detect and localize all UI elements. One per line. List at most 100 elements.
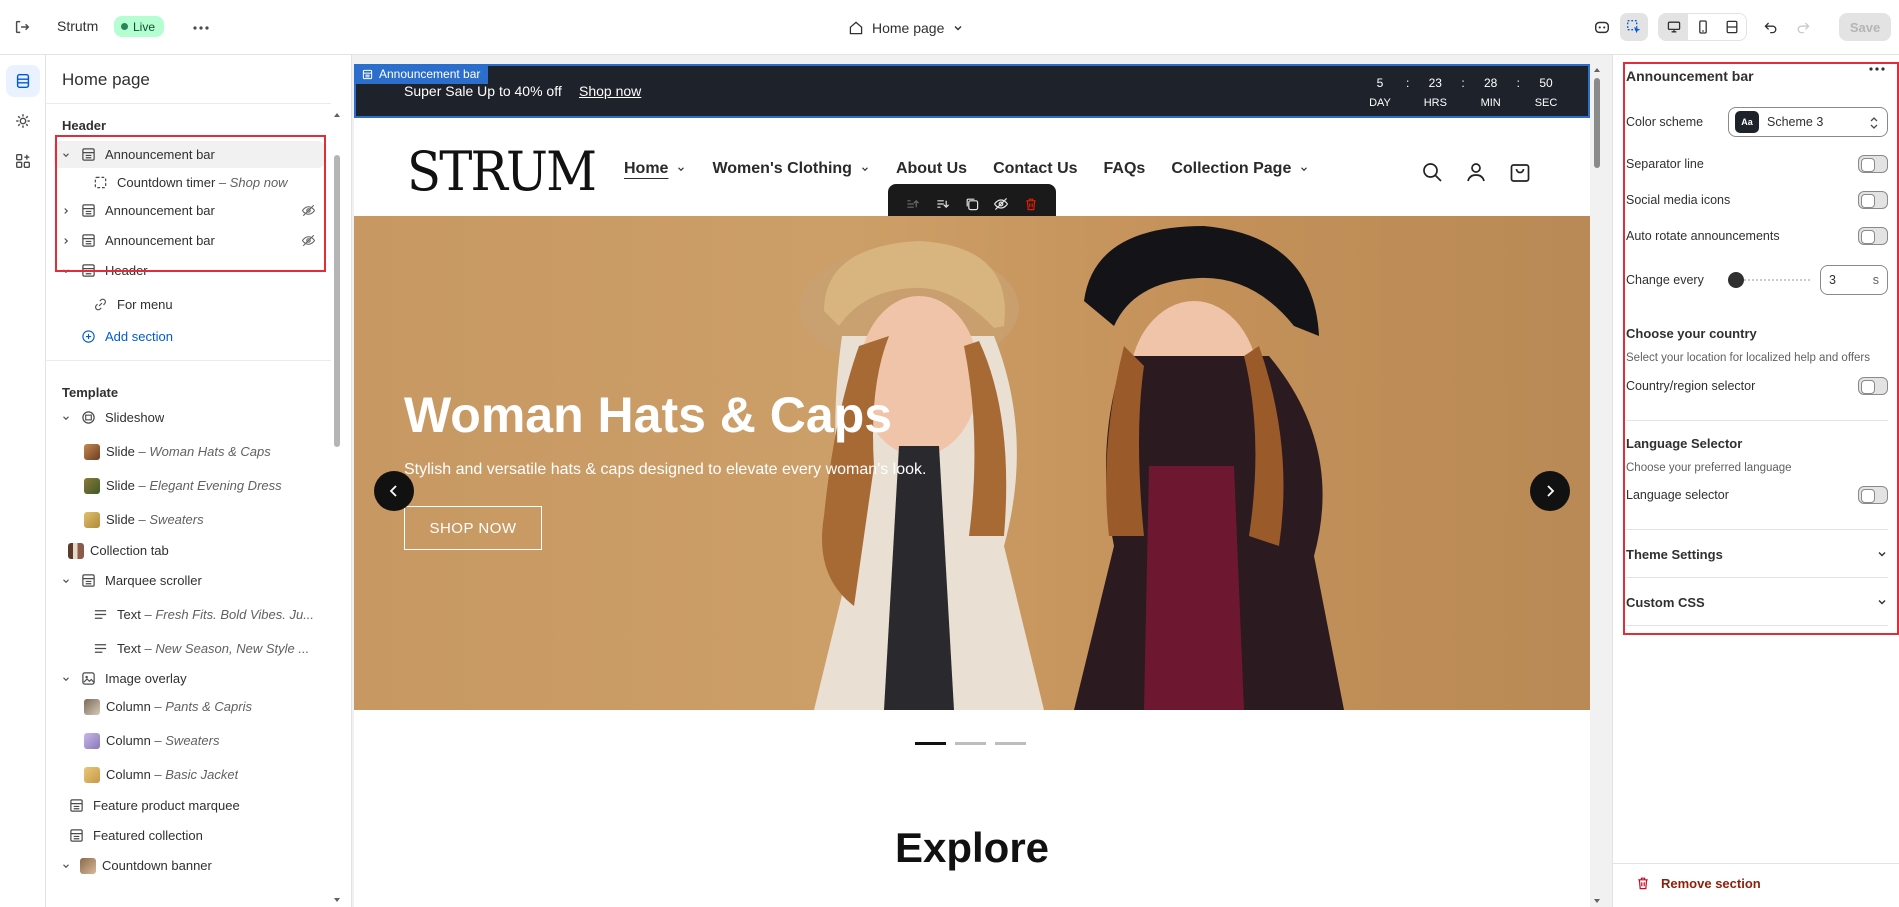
apps-icon[interactable] — [6, 145, 40, 177]
sections-icon[interactable] — [6, 65, 40, 97]
chevron-down-icon[interactable] — [60, 673, 72, 685]
hide-icon[interactable] — [993, 196, 1009, 212]
exit-icon[interactable] — [10, 15, 34, 39]
tree-item-label: Marquee scroller — [105, 573, 202, 588]
nav-label: Home — [624, 160, 669, 177]
slide-thumbnail — [84, 511, 100, 528]
panel-scrollbar[interactable] — [333, 107, 341, 904]
tree-item-slide-2[interactable]: Slide – Elegant Evening Dress — [54, 472, 324, 499]
divider — [46, 103, 331, 104]
image-icon — [80, 671, 96, 687]
cart-icon[interactable] — [1508, 160, 1532, 184]
countdown-seconds: 50 SEC — [1530, 75, 1562, 111]
theme-settings-icon[interactable] — [6, 105, 40, 137]
tree-item-slideshow[interactable]: Slideshow — [54, 404, 324, 431]
explore-heading: Explore — [894, 824, 1050, 871]
left-rail — [0, 55, 46, 907]
nav-label: About Us — [895, 160, 968, 177]
tree-item-countdown-banner[interactable]: Countdown banner — [54, 852, 324, 879]
tree-item-image-overlay[interactable]: Image overlay — [54, 665, 324, 692]
countdown-label: SEC — [1534, 97, 1558, 109]
tree-item-column-3[interactable]: Column – Basic Jacket — [54, 761, 324, 788]
store-logo[interactable]: STRUM — [407, 140, 597, 203]
countdown-separator: : — [1461, 76, 1465, 90]
page-selector[interactable]: Home page — [848, 16, 964, 40]
tree-item-separator: – — [134, 478, 150, 493]
nav-item-womens-clothing[interactable]: Women's Clothing — [712, 160, 870, 178]
add-section-link[interactable]: Add section — [54, 323, 324, 350]
save-button[interactable]: Save — [1839, 13, 1891, 41]
chevron-down-icon — [954, 26, 962, 31]
preview-scrollbar[interactable] — [1592, 64, 1602, 907]
hero-slideshow: Woman Hats & Caps Stylish and versatile … — [354, 216, 1590, 710]
nav-item-faqs[interactable]: FAQs — [1104, 160, 1146, 178]
column-thumbnail — [84, 732, 100, 749]
tree-item-column-1[interactable]: Column – Pants & Capris — [54, 693, 324, 720]
countdown-label: MIN — [1480, 97, 1501, 109]
tree-item-column-2[interactable]: Column – Sweaters — [54, 727, 324, 754]
nav-item-home[interactable]: Home — [624, 160, 686, 178]
prev-slide-button[interactable] — [374, 471, 414, 511]
duplicate-icon[interactable] — [964, 196, 980, 212]
tree-item-slide-1[interactable]: Slide – Woman Hats & Caps — [54, 438, 324, 465]
slide-indicator[interactable] — [955, 742, 986, 745]
move-down-icon[interactable] — [935, 196, 951, 212]
tree-item-feature-product-marquee[interactable]: Feature product marquee — [54, 792, 324, 819]
tree-item-label: Featured collection — [93, 828, 203, 843]
chevron-down-icon[interactable] — [60, 412, 72, 424]
tree-item-separator: – — [150, 767, 166, 782]
nav-label: Collection Page — [1171, 160, 1292, 177]
tree-item-label: Column – Sweaters — [106, 733, 219, 748]
nav-item-contact-us[interactable]: Contact Us — [993, 160, 1077, 178]
tree-item-label: Text – Fresh Fits. Bold Vibes. Ju... — [117, 607, 314, 622]
announcement-bar[interactable]: Announcement bar Super Sale Up to 40% of… — [354, 64, 1590, 118]
countdown-separator: : — [1516, 76, 1520, 90]
desktop-icon[interactable] — [1659, 14, 1688, 40]
remove-section-label: Remove section — [1661, 875, 1761, 891]
mobile-icon[interactable] — [1688, 14, 1717, 40]
slide-indicator[interactable] — [995, 742, 1026, 745]
nav-label: FAQs — [1103, 160, 1146, 177]
account-icon[interactable] — [1464, 160, 1488, 184]
search-icon[interactable] — [1420, 160, 1444, 184]
tree-item-marquee-scroller[interactable]: Marquee scroller — [54, 567, 324, 594]
tree-item-label: For menu — [117, 297, 173, 312]
nav-label: Contact Us — [993, 160, 1078, 177]
undo-icon[interactable] — [1757, 13, 1785, 41]
tree-item-collection-tab[interactable]: Collection tab — [54, 537, 324, 564]
slide-indicators — [915, 742, 1026, 745]
scrollbar-thumb[interactable] — [1594, 78, 1600, 168]
tree-item-separator: – — [134, 444, 150, 459]
more-actions-icon[interactable] — [190, 17, 212, 39]
nav-label: Women's Clothing — [712, 160, 852, 177]
scrollbar-thumb[interactable] — [334, 155, 340, 447]
page-selector-label: Home page — [872, 20, 945, 36]
tree-item-label: Slideshow — [105, 410, 165, 425]
template-group-label: Template — [62, 385, 119, 400]
shop-now-button[interactable]: SHOP NOW — [404, 506, 542, 550]
tree-item-for-menu[interactable]: For menu — [54, 291, 324, 318]
remove-section-button[interactable]: Remove section — [1635, 875, 1761, 891]
next-slide-button[interactable] — [1530, 471, 1570, 511]
delete-icon[interactable] — [1023, 196, 1039, 212]
slide-indicator[interactable] — [915, 742, 946, 745]
nav-item-collection-page[interactable]: Collection Page — [1171, 160, 1309, 178]
tree-item-featured-collection[interactable]: Featured collection — [54, 822, 324, 849]
tree-item-slide-3[interactable]: Slide – Sweaters — [54, 506, 324, 533]
tree-item-text-2[interactable]: Text – New Season, New Style ... — [54, 635, 324, 662]
chevron-down-icon[interactable] — [60, 860, 72, 872]
chevron-down-icon[interactable] — [60, 575, 72, 587]
move-up-icon[interactable] — [905, 196, 921, 212]
fullscreen-icon[interactable] — [1717, 14, 1746, 40]
ai-assistant-icon[interactable] — [1588, 13, 1616, 41]
announcement-link[interactable]: Shop now — [579, 83, 641, 99]
tree-item-text-1[interactable]: Text – Fresh Fits. Bold Vibes. Ju... — [54, 601, 324, 628]
tree-item-label: Countdown banner — [102, 858, 212, 873]
tree-item-label: Slide – Woman Hats & Caps — [106, 444, 271, 459]
tree-item-detail: Woman Hats & Caps — [149, 444, 271, 459]
redo-icon[interactable] — [1789, 13, 1817, 41]
nav-item-about-us[interactable]: About Us — [896, 160, 967, 178]
countdown-timer: 5 DAY : 23 HRS : 28 MIN : 50 SEC — [1364, 75, 1562, 111]
inspector-icon[interactable] — [1620, 13, 1648, 41]
top-bar: Strutm Live Home page Save — [0, 0, 1899, 55]
